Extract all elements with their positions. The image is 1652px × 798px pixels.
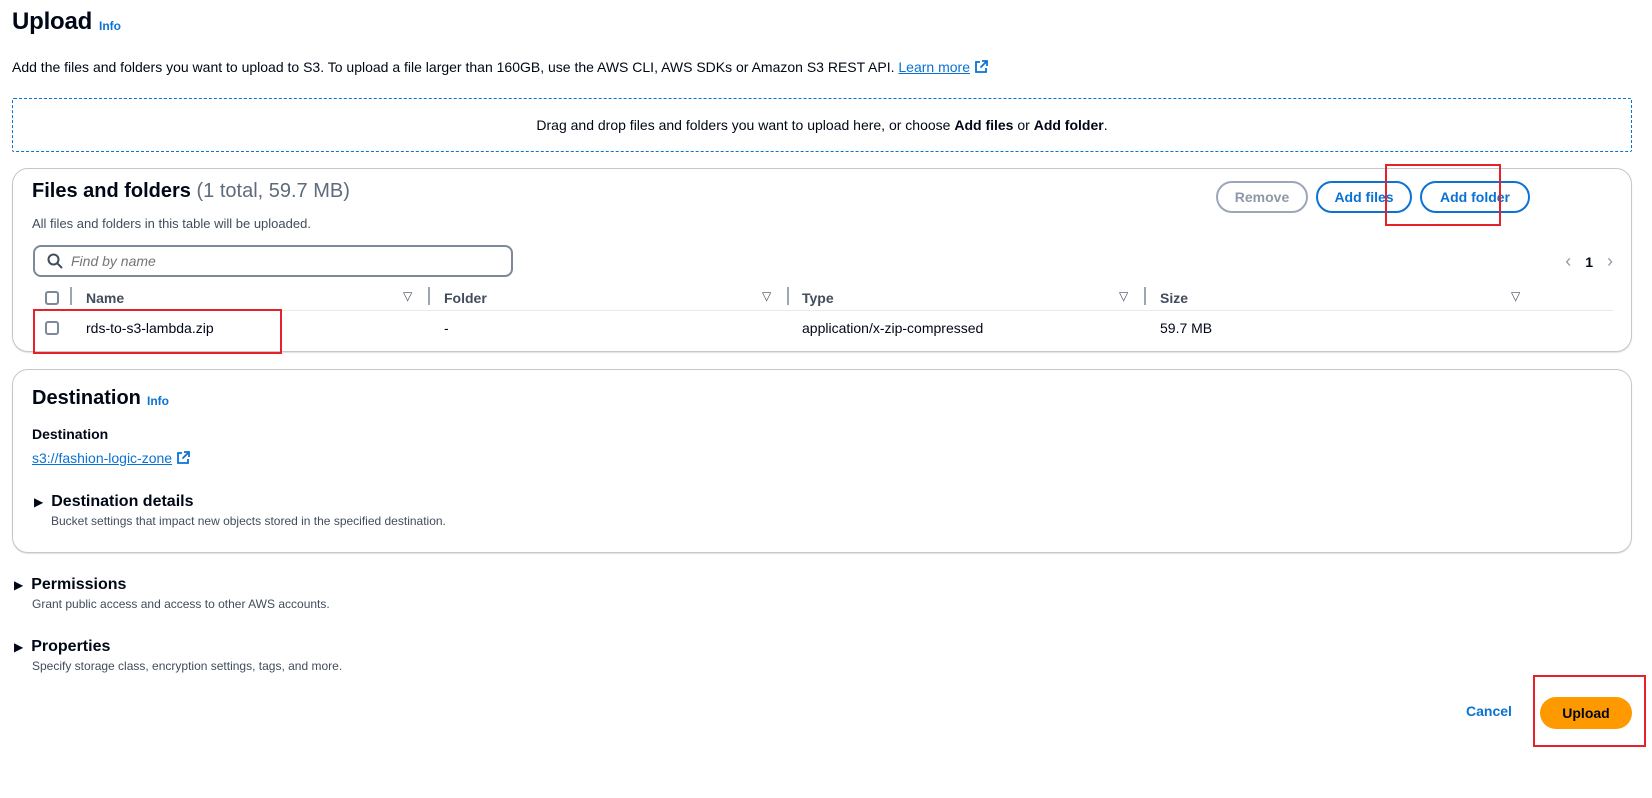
table-header: Name ▽ Folder ▽ Type ▽ Size ▽ (33, 285, 1613, 311)
destination-field-label: Destination (32, 426, 109, 442)
properties-label: Properties (31, 638, 111, 655)
file-type: application/x-zip-compressed (802, 320, 984, 336)
sort-icon[interactable]: ▽ (1119, 289, 1128, 303)
dropzone-add-files: Add files (954, 117, 1014, 133)
external-link-icon (975, 60, 988, 73)
column-header-type[interactable]: Type (802, 290, 834, 306)
search-input[interactable] (71, 253, 491, 269)
dropzone-text: Drag and drop files and folders you want… (536, 117, 951, 133)
files-panel-description: All files and folders in this table will… (32, 216, 311, 231)
chevron-right-icon[interactable]: › (1607, 251, 1613, 272)
drop-zone[interactable]: Drag and drop files and folders you want… (12, 98, 1632, 152)
caret-right-icon: ▶ (14, 640, 24, 654)
page-title: Upload (12, 8, 93, 35)
bucket-link-label: s3://fashion-logic-zone (32, 450, 173, 466)
files-count: (1 total, 59.7 MB) (196, 180, 350, 202)
files-panel-title: Files and folders (1 total, 59.7 MB) (32, 180, 350, 203)
files-panel-heading: Files and folders (32, 180, 191, 202)
search-field[interactable] (33, 245, 513, 277)
page-number[interactable]: 1 (1585, 254, 1593, 270)
sort-icon[interactable]: ▽ (403, 289, 412, 303)
remove-button[interactable]: Remove (1216, 181, 1308, 213)
caret-right-icon: ▶ (34, 495, 44, 509)
column-header-name[interactable]: Name (86, 290, 124, 306)
destination-info-link[interactable]: Info (147, 394, 169, 408)
properties-description: Specify storage class, encryption settin… (32, 659, 343, 673)
destination-details-label: Destination details (51, 493, 194, 510)
destination-bucket-link[interactable]: s3://fashion-logic-zone (32, 450, 190, 466)
learn-more-link[interactable]: Learn more (898, 59, 988, 75)
sort-icon[interactable]: ▽ (1511, 289, 1520, 303)
learn-more-label: Learn more (898, 59, 970, 75)
caret-right-icon: ▶ (14, 578, 24, 592)
column-divider[interactable] (1144, 287, 1146, 305)
select-all-checkbox[interactable] (45, 291, 59, 305)
column-header-folder[interactable]: Folder (444, 290, 487, 306)
cancel-button[interactable]: Cancel (1466, 703, 1512, 719)
dropzone-add-folder: Add folder (1033, 117, 1104, 133)
destination-title: Destination (32, 387, 141, 409)
column-divider (70, 287, 72, 305)
info-link[interactable]: Info (99, 19, 121, 33)
column-divider[interactable] (428, 287, 430, 305)
destination-details-description: Bucket settings that impact new objects … (51, 514, 446, 528)
permissions-expander[interactable]: ▶ Permissions (14, 576, 126, 594)
external-link-icon (177, 451, 190, 464)
intro-text: Add the files and folders you want to up… (12, 59, 988, 75)
file-folder: - (444, 320, 449, 336)
column-divider[interactable] (787, 287, 789, 305)
sort-icon[interactable]: ▽ (762, 289, 771, 303)
intro-description: Add the files and folders you want to up… (12, 59, 895, 75)
column-header-size[interactable]: Size (1160, 290, 1188, 306)
permissions-description: Grant public access and access to other … (32, 597, 330, 611)
dropzone-period: . (1103, 117, 1108, 133)
pagination: ‹ 1 › (1565, 251, 1613, 272)
search-icon (47, 253, 63, 269)
chevron-left-icon[interactable]: ‹ (1565, 251, 1571, 272)
highlight-file-row (33, 309, 282, 354)
file-size: 59.7 MB (1160, 320, 1213, 336)
dropzone-or: or (1017, 117, 1030, 133)
highlight-upload (1533, 675, 1646, 747)
highlight-add-files (1385, 164, 1501, 226)
properties-expander[interactable]: ▶ Properties (14, 638, 110, 656)
permissions-label: Permissions (31, 576, 127, 593)
destination-details-expander[interactable]: ▶ Destination details (34, 493, 193, 511)
destination-panel: Destination Info Destination s3://fashio… (12, 369, 1632, 553)
